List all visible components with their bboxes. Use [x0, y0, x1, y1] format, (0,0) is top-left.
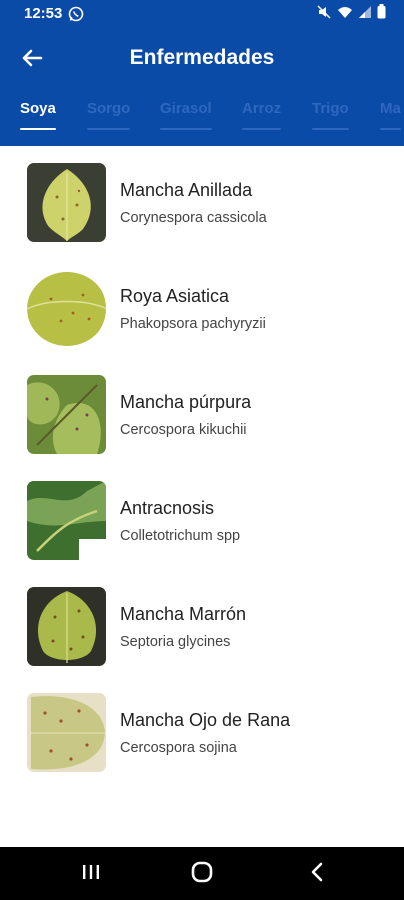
- tab-trigo[interactable]: Trigo: [312, 100, 349, 130]
- tab-soya[interactable]: Soya: [20, 100, 56, 130]
- disease-name: Mancha Ojo de Rana: [120, 710, 291, 730]
- list-item[interactable]: Mancha Ojo de Rana Cercospora sojina: [0, 676, 404, 772]
- mute-icon: [317, 4, 331, 24]
- scientific-name: Septoria glycines: [120, 634, 231, 650]
- status-time: 12:53: [24, 5, 63, 22]
- scientific-name: Cercospora sojina: [120, 740, 237, 756]
- home-icon: [190, 860, 214, 889]
- disease-name: Mancha Marrón: [120, 604, 247, 624]
- home-button[interactable]: [189, 861, 215, 887]
- disease-name: Mancha Anillada: [120, 180, 253, 200]
- page-title: Enfermedades: [129, 46, 275, 69]
- leaf-image: [27, 693, 106, 772]
- leaf-image: [27, 481, 106, 560]
- disease-name: Mancha púrpura: [120, 392, 252, 412]
- tab-label: Arroz: [242, 100, 282, 117]
- disease-name: Antracnosis: [120, 498, 215, 518]
- recent-apps-icon: [80, 862, 102, 887]
- crop-tabs: Soya Sorgo Girasol Arroz Trigo Ma: [0, 96, 404, 146]
- signal-icon: [359, 5, 371, 24]
- status-bar: 12:53: [0, 0, 404, 28]
- leaf-image: [27, 587, 106, 666]
- scientific-name: Cercospora kikuchii: [120, 422, 247, 438]
- disease-name: Roya Asiatica: [120, 286, 230, 306]
- tab-label: Girasol: [160, 100, 212, 117]
- list-item[interactable]: Antracnosis Colletotrichum spp: [0, 464, 404, 560]
- list-item[interactable]: Mancha púrpura Cercospora kikuchii: [0, 358, 404, 454]
- recent-apps-button[interactable]: [78, 861, 104, 887]
- whatsapp-icon: [68, 6, 84, 22]
- leaf-image: [27, 163, 106, 242]
- scientific-name: Phakopsora pachyryzii: [120, 316, 266, 332]
- tab-arroz[interactable]: Arroz: [242, 100, 282, 130]
- app-bar: Enfermedades Soya Sorgo Girasol Arroz Tr…: [0, 28, 404, 146]
- tab-label: Sorgo: [87, 100, 131, 117]
- battery-icon: [377, 4, 386, 24]
- tab-sorgo[interactable]: Sorgo: [87, 100, 131, 130]
- list-item[interactable]: Roya Asiatica Phakopsora pachyryzii: [0, 252, 404, 348]
- scientific-name: Colletotrichum spp: [120, 528, 241, 544]
- system-nav-bar: [0, 847, 404, 900]
- wifi-icon: [337, 5, 353, 24]
- tab-label: Trigo: [312, 100, 349, 117]
- leaf-image: [27, 375, 106, 454]
- list-item[interactable]: Mancha Anillada Corynespora cassicola: [0, 146, 404, 242]
- tab-label: Soya: [20, 100, 56, 117]
- scientific-name: Corynespora cassicola: [120, 210, 267, 226]
- leaf-image: [27, 269, 106, 348]
- back-nav-icon: [307, 860, 327, 889]
- list-item[interactable]: Mancha Marrón Septoria glycines: [0, 570, 404, 666]
- tab-ma[interactable]: Ma: [380, 100, 401, 130]
- back-nav-button[interactable]: [304, 861, 330, 887]
- tab-label: Ma: [380, 100, 401, 117]
- tab-girasol[interactable]: Girasol: [160, 100, 212, 130]
